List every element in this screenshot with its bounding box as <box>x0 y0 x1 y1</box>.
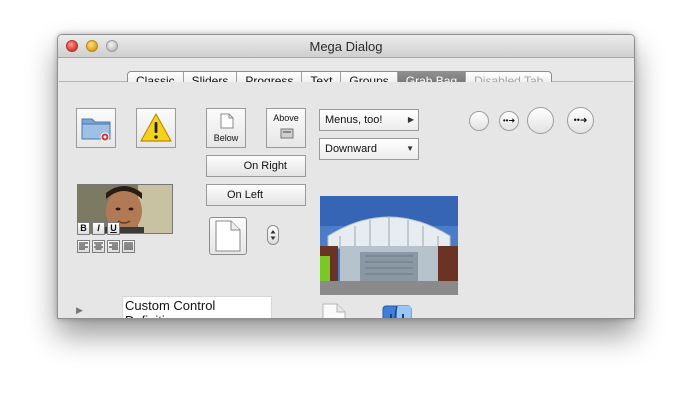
menus-popup-label: Menus, too! <box>325 114 383 126</box>
on-left-label: On Left <box>227 189 264 201</box>
caution-icon <box>140 113 172 142</box>
document-icon <box>220 113 234 129</box>
arrow-right-icon: ••➜ <box>573 115 588 125</box>
round-button-small[interactable] <box>469 111 489 131</box>
stepper[interactable] <box>267 225 279 245</box>
disclosure-triangle-icon[interactable]: ▶ <box>76 305 83 316</box>
tab-content: Below Above On Right On Left Menus, too!… <box>59 82 633 318</box>
round-button-large[interactable] <box>527 107 554 134</box>
title-bar[interactable]: Mega Dialog <box>58 35 634 58</box>
on-right-button[interactable]: On Right <box>206 155 306 177</box>
menus-popup[interactable]: Menus, too! ▶ <box>319 109 419 131</box>
building-image <box>320 196 458 295</box>
caution-icon-button[interactable] <box>136 108 176 148</box>
downward-popup-label: Downward <box>325 143 377 155</box>
align-justify-icon <box>124 242 133 250</box>
document-icon <box>215 220 241 252</box>
align-center-button[interactable] <box>92 240 105 253</box>
align-justify-button[interactable] <box>122 240 135 253</box>
bold-button[interactable]: B <box>77 222 90 235</box>
round-arrow-button-small[interactable]: ••➜ <box>499 111 519 131</box>
align-left-button[interactable] <box>77 240 90 253</box>
finder-icon <box>382 305 412 318</box>
document-icon <box>322 303 346 318</box>
on-right-label: On Right <box>243 160 287 172</box>
drive-icon <box>280 128 294 139</box>
downward-popup[interactable]: Downward ▼ <box>319 138 419 160</box>
align-right-icon <box>109 242 118 250</box>
italic-button[interactable]: I <box>92 222 105 235</box>
folder-icon-button[interactable] <box>76 108 116 148</box>
stepper-arrows-icon <box>270 230 276 240</box>
align-center-icon <box>94 242 103 250</box>
document-image-well[interactable] <box>209 217 247 255</box>
underline-button[interactable]: U <box>107 222 120 235</box>
below-label: Below <box>213 133 239 143</box>
above-label: Above <box>273 113 299 123</box>
arrow-right-icon: ••➜ <box>502 116 516 125</box>
window-title: Mega Dialog <box>309 39 383 54</box>
below-button[interactable]: Below <box>206 108 246 148</box>
align-right-button[interactable] <box>107 240 120 253</box>
folder-icon <box>81 118 111 142</box>
align-left-icon <box>79 242 88 250</box>
triangle-down-icon: ▼ <box>406 144 414 153</box>
custom-control-definition[interactable]: Custom Control Definition <box>122 296 272 318</box>
above-button[interactable]: Above <box>266 108 306 148</box>
mega-dialog-window: Mega Dialog Classic Sliders Progress Tex… <box>57 34 635 319</box>
on-left-button[interactable]: On Left <box>206 184 306 206</box>
triangle-right-icon: ▶ <box>407 115 414 124</box>
building-photo <box>320 196 458 295</box>
round-arrow-button-large[interactable]: ••➜ <box>567 107 594 134</box>
